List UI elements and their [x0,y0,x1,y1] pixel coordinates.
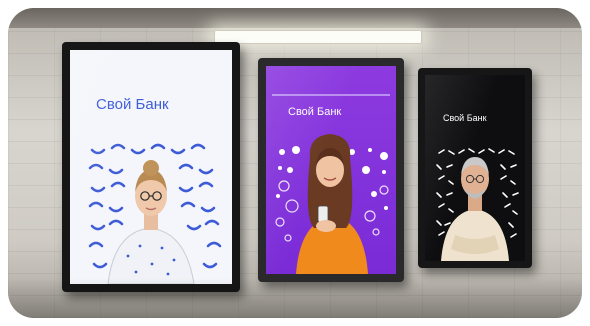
poster-brand-middle: Свой Банк [288,106,342,118]
poster-frame-left: Свой Банк [62,42,240,292]
subway-poster-photo: Свой Банк Свой Банк Свой Банк [8,8,582,318]
poster-frame-middle: Свой Банк [258,58,404,282]
dash-pattern [436,148,519,261]
poster-screen-left: Свой Банк [70,50,232,284]
person-older-man [441,157,509,261]
poster-screen-middle: Свой Банк [266,66,396,274]
poster-brand-right: Свой Банк [443,113,487,123]
wave-pattern [88,143,222,284]
poster-brand-left: Свой Банк [96,96,169,113]
ceiling [8,8,582,28]
person-woman-phone [296,134,368,274]
poster-screen-right: Свой Банк [425,75,525,261]
floor-shadow [8,278,582,318]
ceiling-lamp [214,30,422,44]
dot-pattern [272,94,390,274]
poster-frame-right: Свой Банк [418,68,532,268]
